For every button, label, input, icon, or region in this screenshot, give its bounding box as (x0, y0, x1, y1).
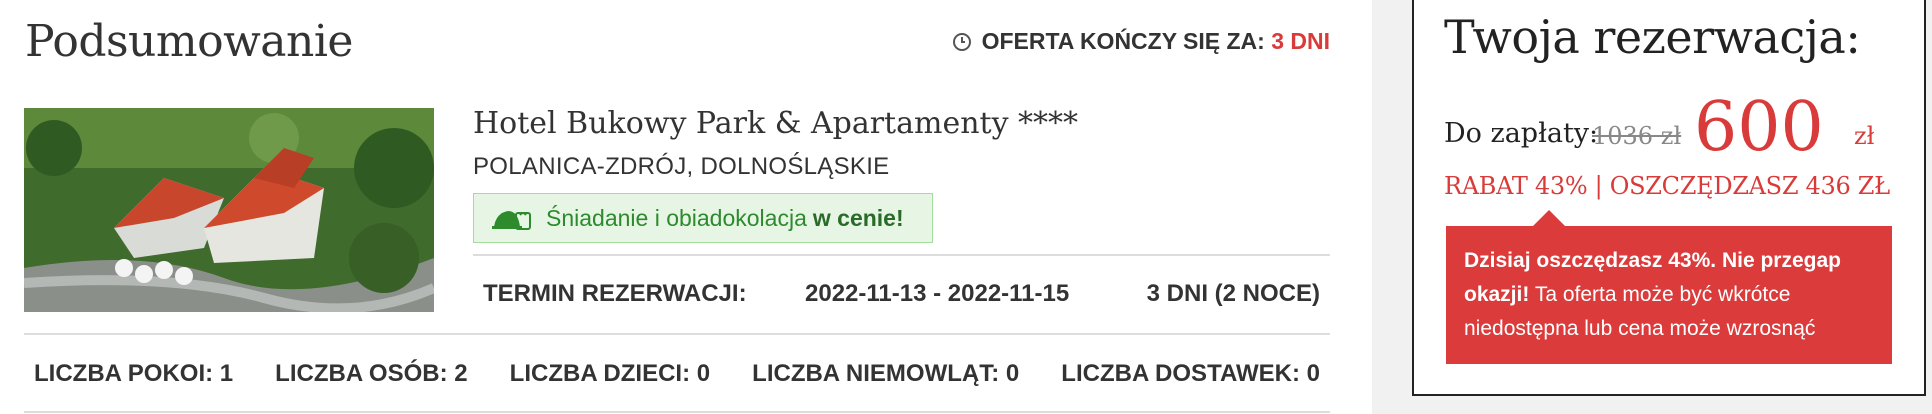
hotel-name[interactable]: Hotel Bukowy Park & Apartamenty **** (473, 106, 1078, 141)
children-count: LICZBA DZIECI: 0 (509, 360, 711, 387)
divider (24, 333, 1330, 335)
offer-countdown: OFERTA KOŃCZY SIĘ ZA: 3 DNI (770, 28, 1330, 58)
divider (24, 411, 1330, 413)
offer-days: 3 DNI (1271, 28, 1330, 54)
reservation-title: Twoja rezerwacja: (1444, 10, 1861, 64)
old-price: 1036 zł (1592, 122, 1682, 150)
summary-panel: Podsumowanie OFERTA KOŃCZY SIĘ ZA: 3 DNI (0, 0, 1372, 414)
guest-counts-row: LICZBA POKOI: 1 LICZBA OSÓB: 2 LICZBA DZ… (34, 360, 1320, 388)
hotel-photo[interactable] (24, 108, 434, 312)
savings-alert: Dzisiaj oszczędzasz 43%. Nie przegap oka… (1446, 226, 1892, 364)
meal-icon (492, 205, 532, 231)
term-label: TERMIN REZERWACJI: (483, 280, 747, 307)
term-nights: 3 DNI (2 NOCE) (1146, 280, 1320, 307)
rooms-count: LICZBA POKOI: 1 (34, 360, 234, 387)
clock-icon (952, 31, 972, 58)
divider (473, 254, 1330, 256)
extra-beds-count: LICZBA DOSTAWEK: 0 (1061, 360, 1320, 387)
alert-arrow (1532, 210, 1566, 227)
pay-label: Do zapłaty: (1444, 118, 1599, 149)
currency: zł (1854, 122, 1875, 150)
page: Podsumowanie OFERTA KOŃCZY SIĘ ZA: 3 DNI (0, 0, 1932, 414)
term-dates: 2022-11-13 - 2022-11-15 (805, 280, 1070, 307)
meal-emphasis: w cenie! (812, 204, 904, 231)
meal-text: Śniadanie i obiadokolacja (546, 204, 807, 231)
hotel-location: POLANICA-ZDRÓJ, DOLNOŚLĄSKIE (473, 153, 890, 180)
offer-label: OFERTA KOŃCZY SIĘ ZA: (981, 28, 1265, 54)
discount-text: RABAT 43% | OSZCZĘDZASZ 436 ZŁ (1444, 172, 1890, 200)
new-price: 600 (1694, 88, 1824, 167)
meal-badge: Śniadanie i obiadokolacja w cenie! (473, 193, 933, 243)
persons-count: LICZBA OSÓB: 2 (275, 360, 468, 387)
infants-count: LICZBA NIEMOWLĄT: 0 (752, 360, 1020, 387)
summary-title: Podsumowanie (25, 16, 353, 67)
reservation-panel: Twoja rezerwacja: Do zapłaty: 1036 zł 60… (1412, 0, 1926, 396)
